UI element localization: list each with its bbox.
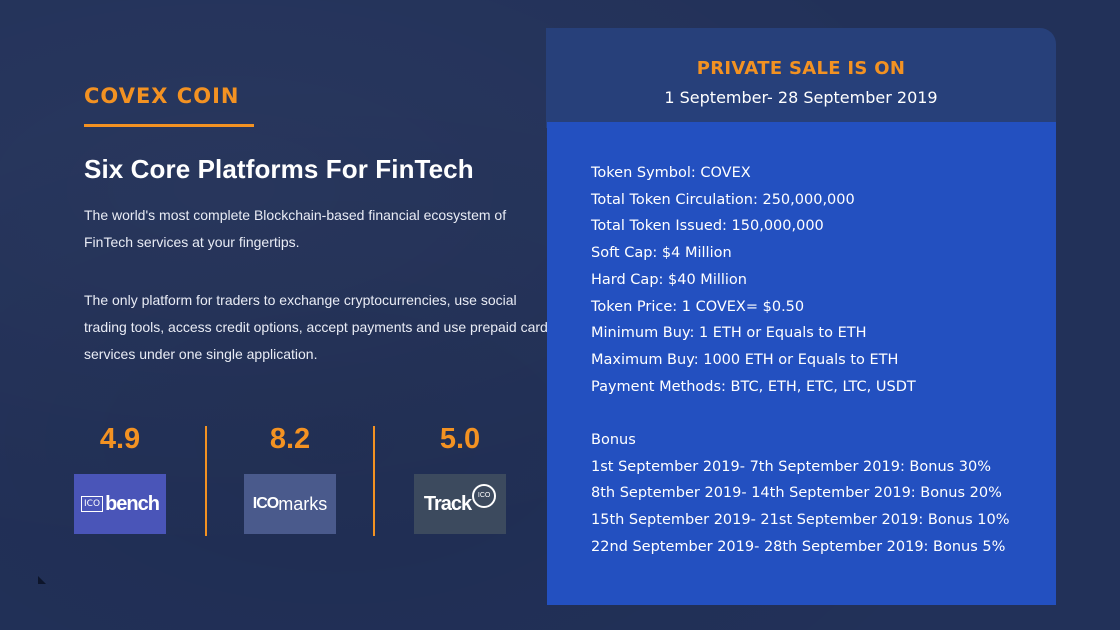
rating-score: 5.0 — [439, 423, 481, 455]
soft-cap: Soft Cap: $4 Million — [591, 245, 732, 262]
rating-trackico[interactable]: 5.0 Track ICO — [414, 422, 506, 534]
payment-methods: Payment Methods: BTC, ETH, ETC, LTC, USD… — [591, 378, 916, 395]
bonus-heading: Bonus — [591, 432, 636, 448]
token-details-list: Token Symbol: COVEX Total Token Circulat… — [591, 160, 1051, 400]
bonus-item: 1st September 2019- 7th September 2019: … — [591, 458, 992, 475]
rating-icobench[interactable]: 4.9 ICO bench — [74, 422, 166, 534]
intro-paragraph: The world's most complete Blockchain-bas… — [84, 207, 507, 250]
rating-icomarks[interactable]: 8.2 ICO marks — [244, 422, 336, 534]
brand-title: COVEX COIN — [84, 84, 240, 108]
total-circulation: Total Token Circulation: 250,000,000 — [591, 191, 855, 208]
icomarks-logo-icon[interactable]: ICO marks — [244, 474, 336, 534]
icobench-logo-icon[interactable]: ICO bench — [74, 474, 166, 534]
bonus-item: 8th September 2019- 14th September 2019:… — [591, 485, 1002, 502]
page-headline: Six Core Platforms For FinTech — [84, 154, 474, 184]
token-symbol: Token Symbol: COVEX — [591, 165, 751, 181]
sale-title: PRIVATE SALE IS ON — [696, 58, 906, 79]
bonus-list: 1st September 2019- 7th September 2019: … — [591, 454, 1051, 561]
maximum-buy: Maximum Buy: 1000 ETH or Equals to ETH — [591, 351, 899, 368]
bonus-item: 15th September 2019- 21st September 2019… — [591, 512, 1010, 529]
ratings-row: 4.9 ICO bench 8.2 ICO marks 5.0 Track IC… — [74, 422, 514, 542]
rating-score: 4.9 — [99, 423, 141, 455]
rating-score: 8.2 — [269, 423, 311, 455]
bonus-item: 22nd September 2019- 28th September 2019… — [591, 538, 1006, 555]
platform-paragraph: The only platform for traders to exchang… — [84, 292, 548, 362]
sale-dates: 1 September- 28 September 2019 — [664, 88, 938, 107]
brand-underline — [84, 124, 254, 127]
rating-divider — [205, 426, 207, 536]
bonus-section: Bonus 1st September 2019- 7th September … — [591, 427, 1051, 561]
corner-arrow-icon — [38, 576, 46, 584]
minimum-buy: Minimum Buy: 1 ETH or Equals to ETH — [591, 325, 867, 342]
rating-divider — [373, 426, 375, 536]
total-issued: Total Token Issued: 150,000,000 — [591, 218, 824, 235]
token-price: Token Price: 1 COVEX= $0.50 — [591, 298, 805, 315]
hard-cap: Hard Cap: $40 Million — [591, 271, 747, 288]
trackico-logo-icon[interactable]: Track ICO — [414, 474, 506, 534]
